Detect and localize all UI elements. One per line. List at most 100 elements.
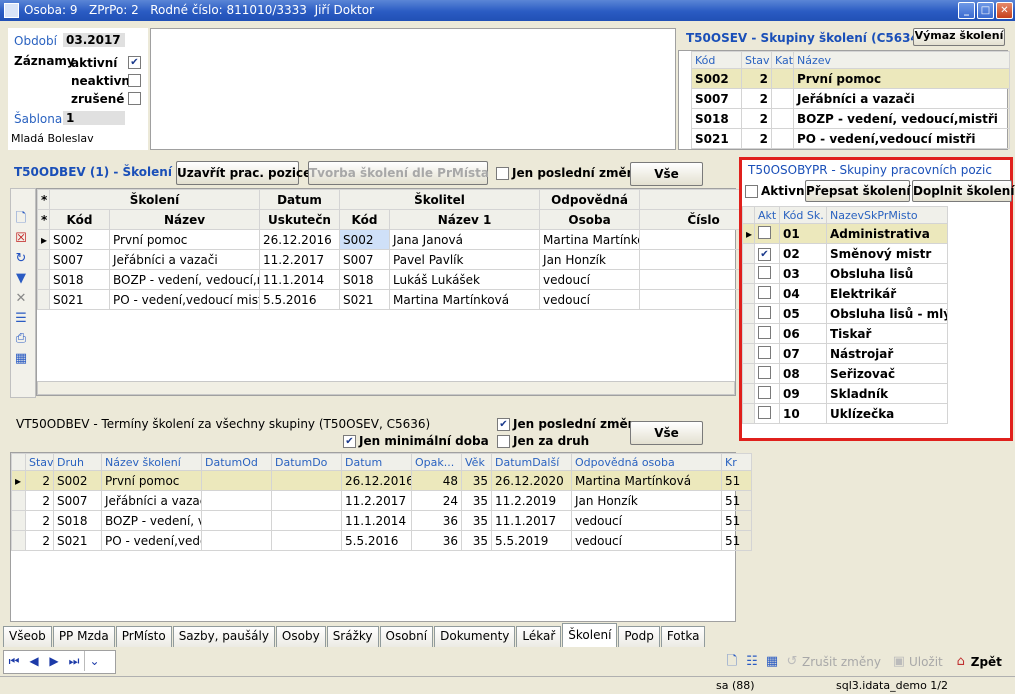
odbev-col-header[interactable]: Osoba <box>539 209 641 230</box>
pozice-row[interactable]: 10 Uklízečka <box>742 403 948 424</box>
list-icon[interactable]: ☷ <box>742 652 762 672</box>
obdobi-field[interactable]: 03.2017 <box>63 33 125 47</box>
terminy-col-header[interactable]: DatumDo <box>271 453 342 471</box>
terminy-col-header[interactable]: Opak... <box>411 453 462 471</box>
odbev-col-header[interactable]: Kód <box>339 209 391 230</box>
first-record-icon[interactable]: ⏮ <box>4 651 24 671</box>
tab-11[interactable]: Fotka <box>660 626 706 647</box>
terminy-col-header[interactable]: DatumOd <box>201 453 272 471</box>
terminy-vse-button[interactable]: Vše <box>630 421 703 445</box>
pozice-akt-cell[interactable] <box>754 363 780 384</box>
terminy-jen-posledni-checkbox[interactable]: ✔ <box>497 418 510 431</box>
new-record-icon[interactable]: 🗋 <box>11 209 31 229</box>
pozice-row[interactable]: 04 Elektrikář <box>742 283 948 304</box>
terminy-col-header[interactable]: Odpovědná osoba <box>571 453 722 471</box>
odbev-hscrollbar[interactable] <box>37 381 735 395</box>
pozice-akt-checkbox[interactable] <box>758 325 771 339</box>
new-doc-icon[interactable]: 🗋 <box>722 652 742 672</box>
tab-6[interactable]: Osobní <box>379 626 434 647</box>
tab-10[interactable]: Podp <box>618 626 660 647</box>
terminy-col-header[interactable]: Věk <box>461 453 492 471</box>
osobypr-aktivni-checkbox[interactable] <box>745 185 758 198</box>
pozice-akt-checkbox[interactable] <box>758 405 771 419</box>
pozice-row[interactable]: 09 Skladník <box>742 383 948 404</box>
odbev-row[interactable]: ▸ S002 První pomoc 26.12.2016 S002 Jana Janov… <box>37 229 769 250</box>
odbev-vse-button[interactable]: Vše <box>630 162 703 186</box>
pozice-akt-cell[interactable] <box>754 263 780 284</box>
filter-icon[interactable]: ▼ <box>11 269 31 289</box>
pozice-akt-checkbox[interactable] <box>758 225 771 239</box>
pozice-col-header[interactable]: NazevSkPrMisto <box>826 206 948 224</box>
odbev-col-header[interactable]: Název <box>108 209 261 230</box>
pozice-akt-checkbox[interactable] <box>758 365 771 379</box>
tab-2[interactable]: PrMísto <box>115 626 172 647</box>
tab-5[interactable]: Srážky <box>326 626 379 647</box>
pozice-row[interactable]: 05 Obsluha lisů - mlýn <box>742 303 948 324</box>
tab-1[interactable]: PP Mzda <box>52 626 115 647</box>
odbev-row[interactable]: S021 PO - vedení,vedoucí misti 5.5.2016 S02… <box>37 289 769 310</box>
terminy-col-header[interactable]: Druh <box>53 453 102 471</box>
pozice-akt-cell[interactable] <box>754 403 780 424</box>
odbev-col-header[interactable]: Uskutečn <box>259 209 341 230</box>
pozice-akt-cell[interactable] <box>754 303 780 324</box>
neaktivni-checkbox[interactable] <box>128 74 141 87</box>
odbev-col-header[interactable]: Kód <box>49 209 110 230</box>
print-icon[interactable]: ⎙ <box>11 329 31 349</box>
aktivni-checkbox[interactable]: ✔ <box>128 56 141 69</box>
pozice-akt-cell[interactable] <box>754 343 780 364</box>
odbev-jen-posledni-checkbox[interactable] <box>496 167 509 180</box>
terminy-row[interactable]: 2 S018 BOZP - vedení, v 11.1.2014 36 35 11.1.2… <box>11 510 752 531</box>
pozice-akt-cell[interactable] <box>754 223 780 244</box>
note-area[interactable] <box>150 28 676 150</box>
osev-col-header[interactable]: Stav <box>741 51 772 69</box>
minimize-icon[interactable]: _ <box>958 2 975 19</box>
calendar-icon[interactable]: ▦ <box>762 652 782 672</box>
maximize-icon[interactable]: □ <box>977 2 994 19</box>
doplnit-skoleni-button[interactable]: Doplnit školení <box>912 180 1014 202</box>
pozice-row[interactable]: ▸ 01 Administrativa <box>742 223 948 244</box>
osev-col-header[interactable]: Název <box>793 51 1010 69</box>
close-icon[interactable]: ✕ <box>996 2 1013 19</box>
back-icon[interactable]: ⌂ <box>951 652 971 672</box>
osev-row[interactable]: S007 2 Jeřábníci a vazači <box>691 88 1010 109</box>
terminy-row[interactable]: 2 S007 Jeřábníci a vazač 11.2.2017 24 35 11.2.… <box>11 490 752 511</box>
pozice-akt-cell[interactable] <box>754 283 780 304</box>
osev-col-header[interactable]: Kat <box>771 51 794 69</box>
osev-col-header[interactable]: Kód <box>691 51 742 69</box>
pozice-row[interactable]: 07 Nástrojař <box>742 343 948 364</box>
pozice-akt-cell[interactable] <box>754 383 780 404</box>
tab-4[interactable]: Osoby <box>275 626 326 647</box>
chevron-down-icon[interactable]: ⌄ <box>84 651 104 671</box>
delete-record-icon[interactable]: ☒ <box>11 229 31 249</box>
tab-7[interactable]: Dokumenty <box>434 626 516 647</box>
terminy-col-header[interactable]: Kr <box>721 453 752 471</box>
pozice-akt-checkbox[interactable]: ✔ <box>758 248 771 261</box>
pozice-akt-checkbox[interactable] <box>758 265 771 279</box>
pozice-row[interactable]: ✔ 02 Směnový mistr <box>742 243 948 264</box>
tab-9[interactable]: Školení <box>562 623 618 647</box>
pozice-akt-cell[interactable]: ✔ <box>754 243 780 264</box>
terminy-col-header[interactable]: Stav <box>25 453 54 471</box>
zrusene-checkbox[interactable] <box>128 92 141 105</box>
osev-row[interactable]: S002 2 První pomoc <box>691 68 1010 89</box>
pozice-akt-checkbox[interactable] <box>758 385 771 399</box>
jen-za-druh-checkbox[interactable] <box>497 435 510 448</box>
last-record-icon[interactable]: ⏭ <box>64 651 84 671</box>
sablona-field[interactable]: 1 <box>63 111 125 125</box>
pozice-row[interactable]: 06 Tiskař <box>742 323 948 344</box>
dropdown-chevron-icon[interactable]: ⌄ <box>1010 652 1015 672</box>
pozice-row[interactable]: 08 Seřizovač <box>742 363 948 384</box>
zpet-button[interactable]: Zpět <box>971 655 1002 669</box>
osev-row[interactable]: S021 2 PO - vedení,vedoucí mistři <box>691 128 1010 149</box>
tab-0[interactable]: Všeob <box>3 626 52 647</box>
pozice-akt-checkbox[interactable] <box>758 345 771 359</box>
osev-row[interactable]: S018 2 BOZP - vedení, vedoucí,mistři <box>691 108 1010 129</box>
clear-filter-icon[interactable]: ✕ <box>11 289 31 309</box>
zrusit-zmeny-button[interactable]: Zrušit změny <box>802 655 881 669</box>
odbev-col-header[interactable]: Název 1 <box>389 209 541 230</box>
next-record-icon[interactable]: ▶ <box>44 651 64 671</box>
tab-8[interactable]: Lékař <box>516 626 562 647</box>
tab-3[interactable]: Sazby, paušály <box>172 626 275 647</box>
odbev-row[interactable]: S007 Jeřábníci a vazači 11.2.2017 S007 Pavel… <box>37 249 769 270</box>
sort-icon[interactable]: ☰ <box>11 309 31 329</box>
